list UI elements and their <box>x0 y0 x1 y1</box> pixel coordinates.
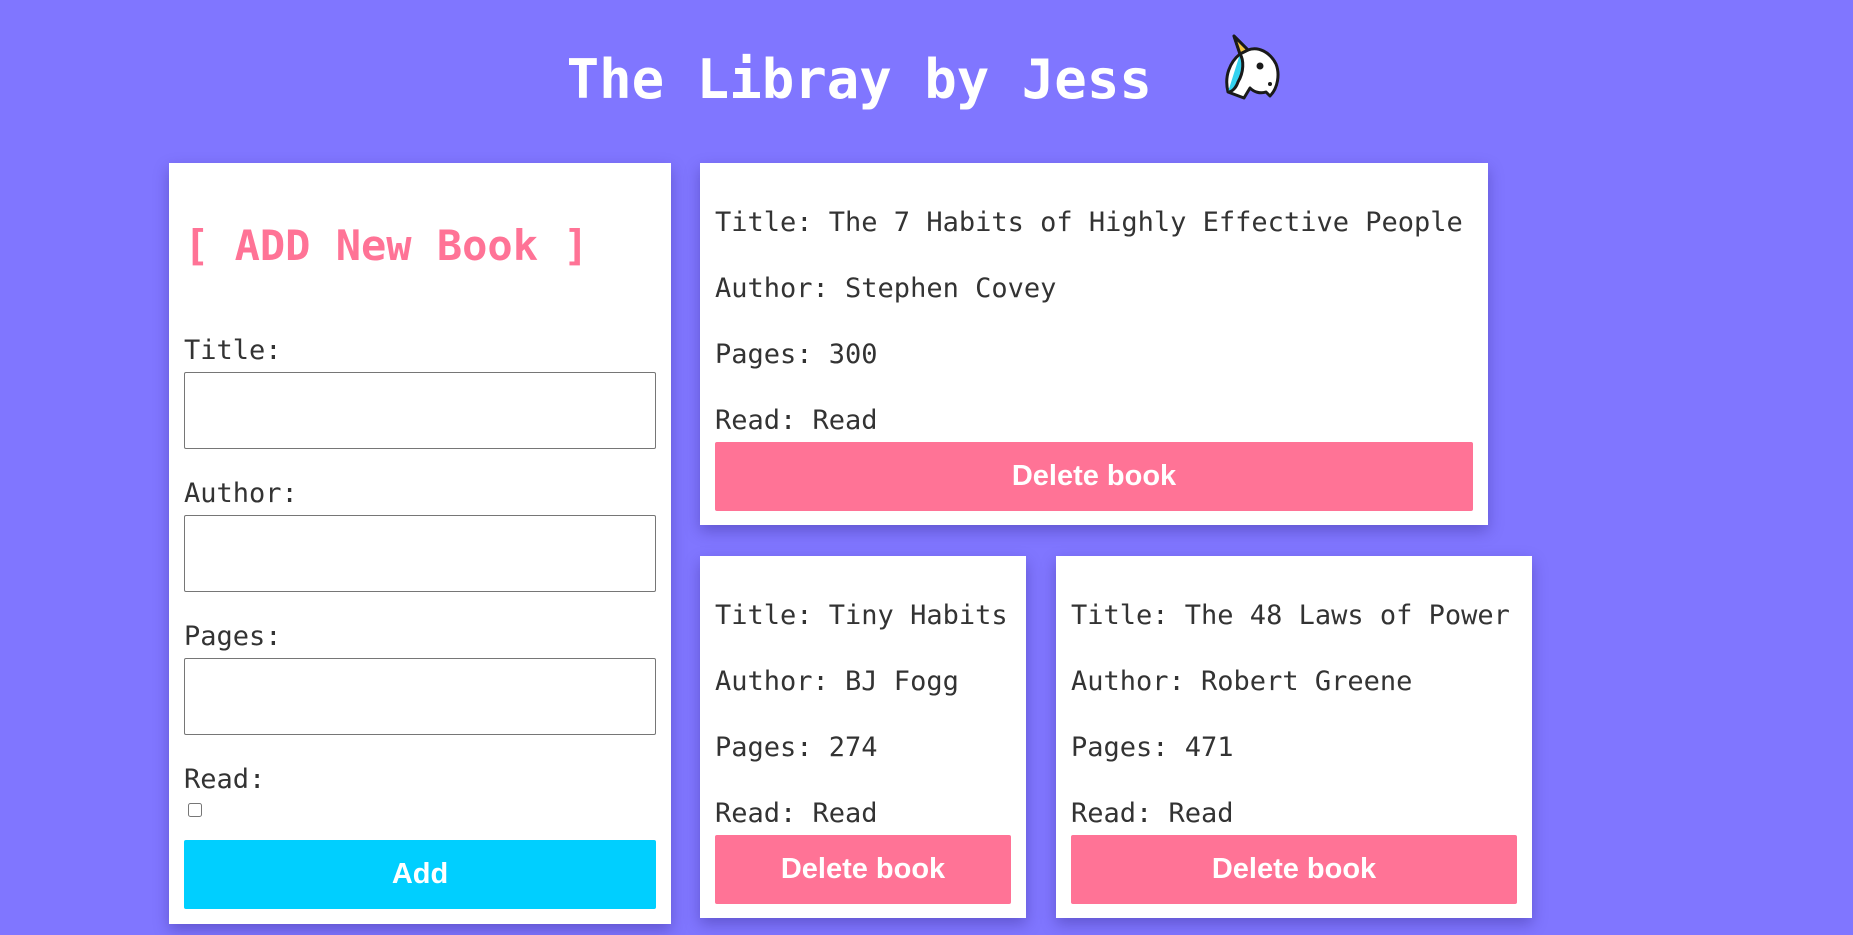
delete-book-button[interactable]: Delete book <box>715 835 1011 904</box>
book-author: Author: Robert Greene <box>1071 666 1413 697</box>
title-label: Title: <box>184 335 282 366</box>
book-title: Title: Tiny Habits <box>715 600 1008 631</box>
add-button[interactable]: Add <box>184 840 656 909</box>
page-title: The Libray by Jess <box>566 48 1152 112</box>
book-card: Title: The 48 Laws of Power Author: Robe… <box>1056 556 1532 918</box>
author-label: Author: <box>184 478 298 509</box>
book-pages: Pages: 274 <box>715 732 878 763</box>
pages-label: Pages: <box>184 621 282 652</box>
delete-book-button[interactable]: Delete book <box>1071 835 1517 904</box>
book-read: Read: Read <box>1071 798 1234 829</box>
book-read: Read: Read <box>715 798 878 829</box>
book-author: Author: Stephen Covey <box>715 273 1057 304</box>
book-title: Title: The 7 Habits of Highly Effective … <box>715 207 1463 238</box>
book-author: Author: BJ Fogg <box>715 666 959 697</box>
book-pages: Pages: 471 <box>1071 732 1234 763</box>
title-input[interactable] <box>184 372 656 449</box>
book-pages: Pages: 300 <box>715 339 878 370</box>
book-card: Title: Tiny Habits Author: BJ Fogg Pages… <box>700 556 1026 918</box>
book-title: Title: The 48 Laws of Power <box>1071 600 1510 631</box>
page-header: The Libray by Jess <box>0 34 1853 129</box>
form-heading: [ ADD New Book ] <box>184 221 589 270</box>
add-book-form: [ ADD New Book ] Title: Author: Pages: R… <box>169 163 671 924</box>
book-card: Title: The 7 Habits of Highly Effective … <box>700 163 1488 525</box>
read-label: Read: <box>184 764 266 795</box>
delete-book-button[interactable]: Delete book <box>715 442 1473 511</box>
read-checkbox[interactable] <box>188 803 202 817</box>
unicorn-icon <box>1214 32 1286 123</box>
pages-input[interactable] <box>184 658 656 735</box>
author-input[interactable] <box>184 515 656 592</box>
book-read: Read: Read <box>715 405 878 436</box>
